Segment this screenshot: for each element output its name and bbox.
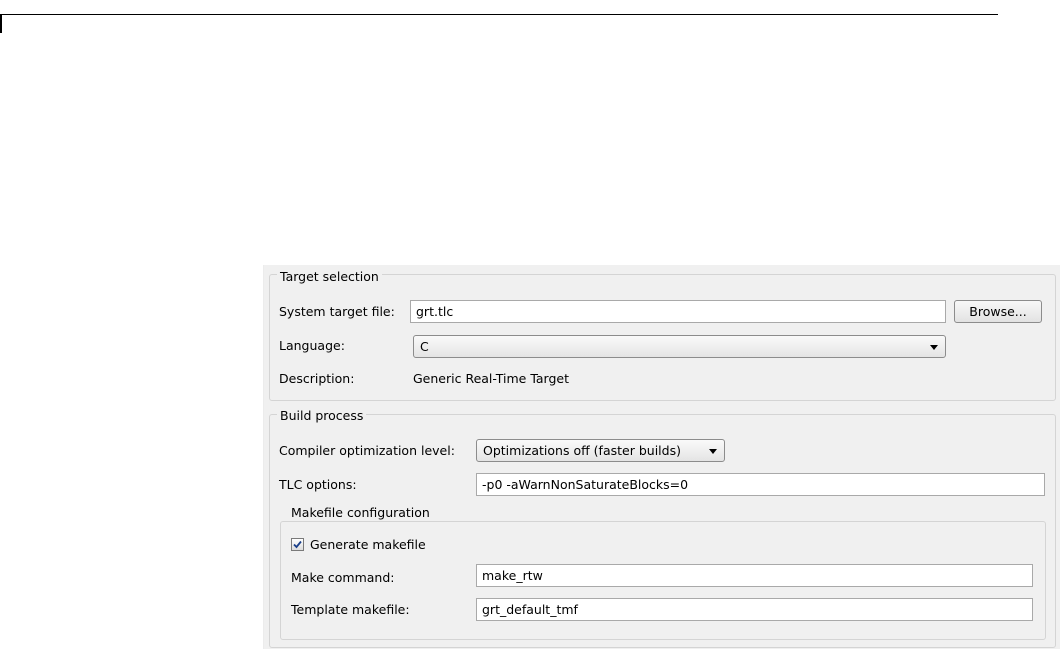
chevron-down-icon	[930, 345, 938, 350]
make-command-label: Make command:	[291, 570, 395, 585]
generate-makefile-checkbox[interactable]	[291, 538, 304, 551]
description-label: Description:	[279, 371, 355, 386]
template-makefile-input[interactable]: grt_default_tmf	[476, 598, 1033, 621]
compiler-optimization-label: Compiler optimization level:	[279, 443, 455, 458]
language-select-value: C	[420, 339, 429, 354]
browse-button[interactable]: Browse...	[954, 300, 1042, 323]
make-command-input[interactable]: make_rtw	[476, 564, 1033, 587]
description-value: Generic Real-Time Target	[413, 371, 569, 386]
compiler-optimization-value: Optimizations off (faster builds)	[483, 443, 681, 458]
check-icon	[293, 540, 302, 549]
language-label: Language:	[279, 338, 345, 353]
generate-makefile-label[interactable]: Generate makefile	[310, 537, 426, 553]
makefile-configuration-legend: Makefile configuration	[288, 505, 433, 520]
compiler-optimization-select[interactable]: Optimizations off (faster builds)	[476, 439, 725, 462]
template-makefile-label: Template makefile:	[291, 602, 410, 617]
top-edge-mark	[0, 14, 2, 33]
system-target-file-input[interactable]: grt.tlc	[410, 300, 946, 323]
language-select[interactable]: C	[413, 335, 946, 358]
system-target-file-label: System target file:	[279, 304, 395, 319]
code-generation-panel: Target selection System target file: grt…	[263, 265, 1060, 649]
build-process-legend: Build process	[277, 408, 367, 423]
top-divider	[0, 14, 998, 15]
tlc-options-label: TLC options:	[279, 477, 357, 492]
chevron-down-icon	[709, 449, 717, 454]
tlc-options-input[interactable]: -p0 -aWarnNonSaturateBlocks=0	[476, 473, 1045, 496]
target-selection-legend: Target selection	[277, 269, 382, 284]
